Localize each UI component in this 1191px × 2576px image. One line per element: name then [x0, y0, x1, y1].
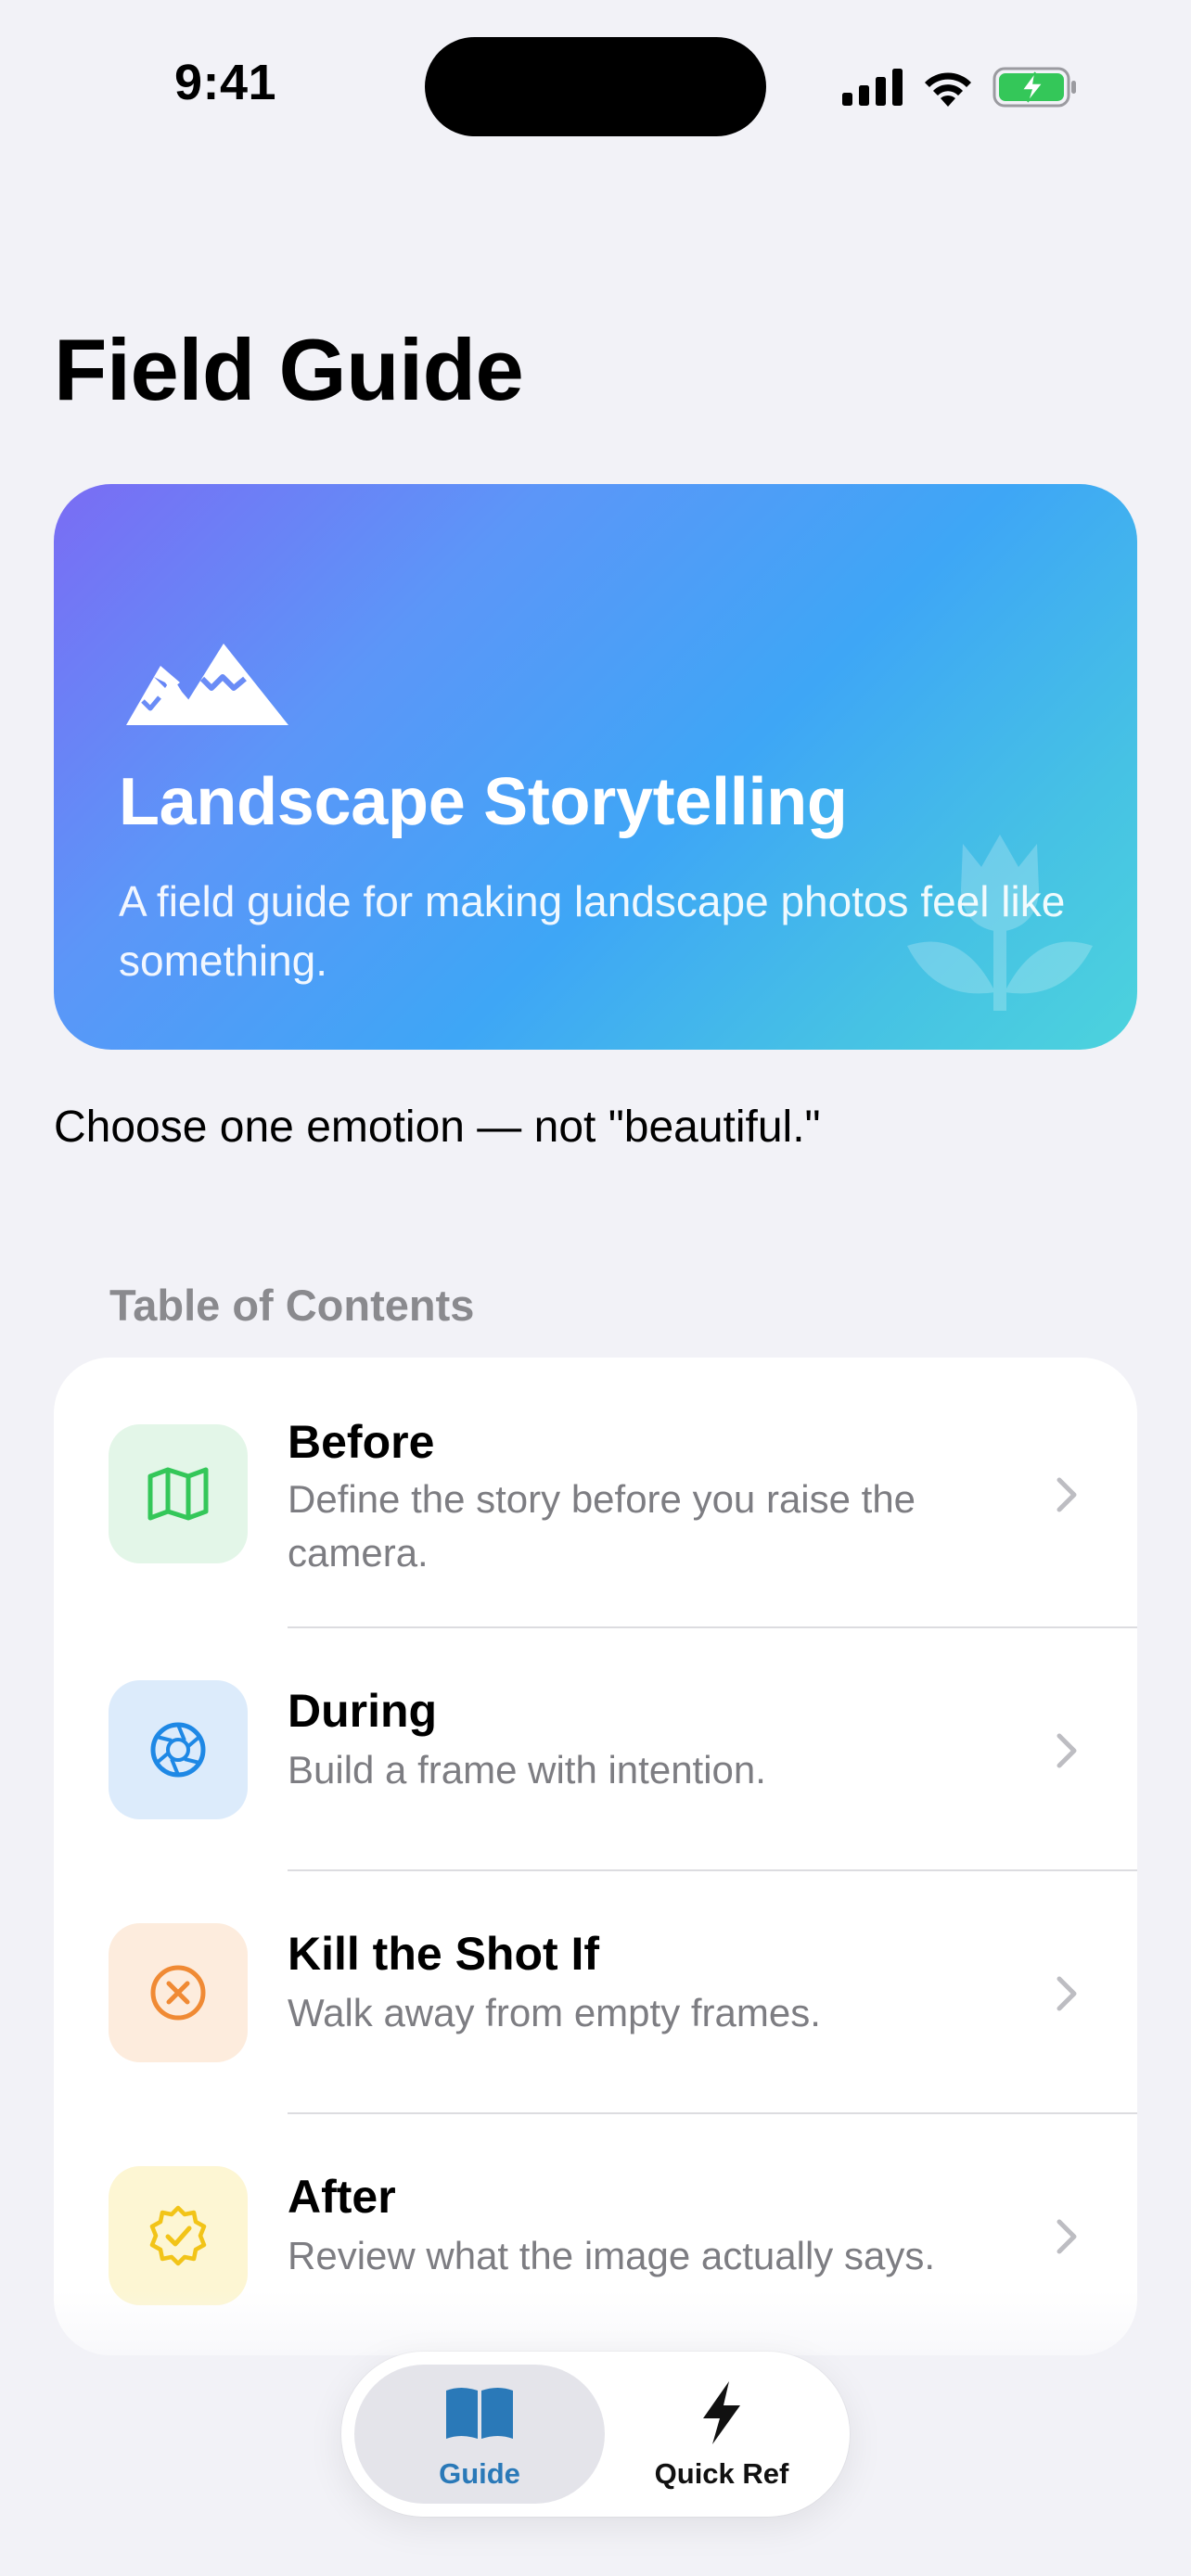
toc-section-header: Table of Contents [109, 1281, 475, 1330]
hero-title: Landscape Storytelling [119, 765, 848, 839]
toc-row-description: Walk away from empty frames. [288, 1991, 821, 2034]
chevron-right-icon [1057, 1477, 1077, 1512]
cellular-signal-icon [842, 69, 903, 106]
toc-row-title: Before [288, 1416, 435, 1468]
toc-row-description: Build a frame with intention. [288, 1748, 766, 1792]
toc-row-kill-the-shot-if[interactable]: Kill the Shot If Walk away from empty fr… [54, 1871, 1137, 2112]
toc-icon-box [109, 2166, 248, 2305]
tagline: Choose one emotion — not "beautiful." [54, 1103, 821, 1152]
toc-list: Before Define the story before you raise… [54, 1358, 1137, 2355]
tab-quick-ref[interactable]: Quick Ref [607, 2365, 837, 2504]
mountains-icon [126, 644, 288, 725]
status-icons [842, 63, 1078, 111]
toc-row-during[interactable]: During Build a frame with intention. [54, 1628, 1137, 1869]
map-icon [147, 1467, 209, 1521]
status-bar: 9:41 [0, 0, 1191, 167]
toc-row-title: During [288, 1685, 438, 1737]
wifi-icon [925, 72, 971, 107]
chevron-right-icon [1057, 2219, 1077, 2254]
tulip-icon [907, 835, 1093, 1011]
bolt-icon [703, 2381, 740, 2444]
aperture-icon [150, 1722, 206, 1778]
book-icon [446, 2388, 513, 2439]
battery-charging-icon [992, 67, 1076, 108]
toc-icon-box [109, 1424, 248, 1563]
dynamic-island [425, 37, 766, 136]
chevron-right-icon [1057, 1733, 1077, 1768]
page-title: Field Guide [54, 321, 524, 418]
toc-row-description: Review what the image actually says. [288, 2234, 935, 2277]
toc-row-before[interactable]: Before Define the story before you raise… [54, 1358, 1137, 1628]
toc-row-title: Kill the Shot If [288, 1928, 600, 1980]
toc-row-title: After [288, 2171, 396, 2223]
tab-label: Guide [439, 2457, 520, 2490]
tab-bar: Guide Quick Ref [341, 2352, 850, 2517]
chevron-right-icon [1057, 1976, 1077, 2011]
status-time: 9:41 [174, 55, 277, 110]
toc-icon-box [109, 1923, 248, 2062]
hero-card[interactable]: Landscape Storytelling A field guide for… [54, 484, 1137, 1050]
toc-row-description: Define the story before you raise the ca… [288, 1477, 916, 1575]
xmark-circle-icon [150, 1965, 206, 2021]
checkmark-seal-icon [149, 2205, 207, 2266]
tab-label: Quick Ref [654, 2457, 789, 2490]
tab-guide[interactable]: Guide [354, 2365, 605, 2504]
toc-icon-box [109, 1680, 248, 1819]
